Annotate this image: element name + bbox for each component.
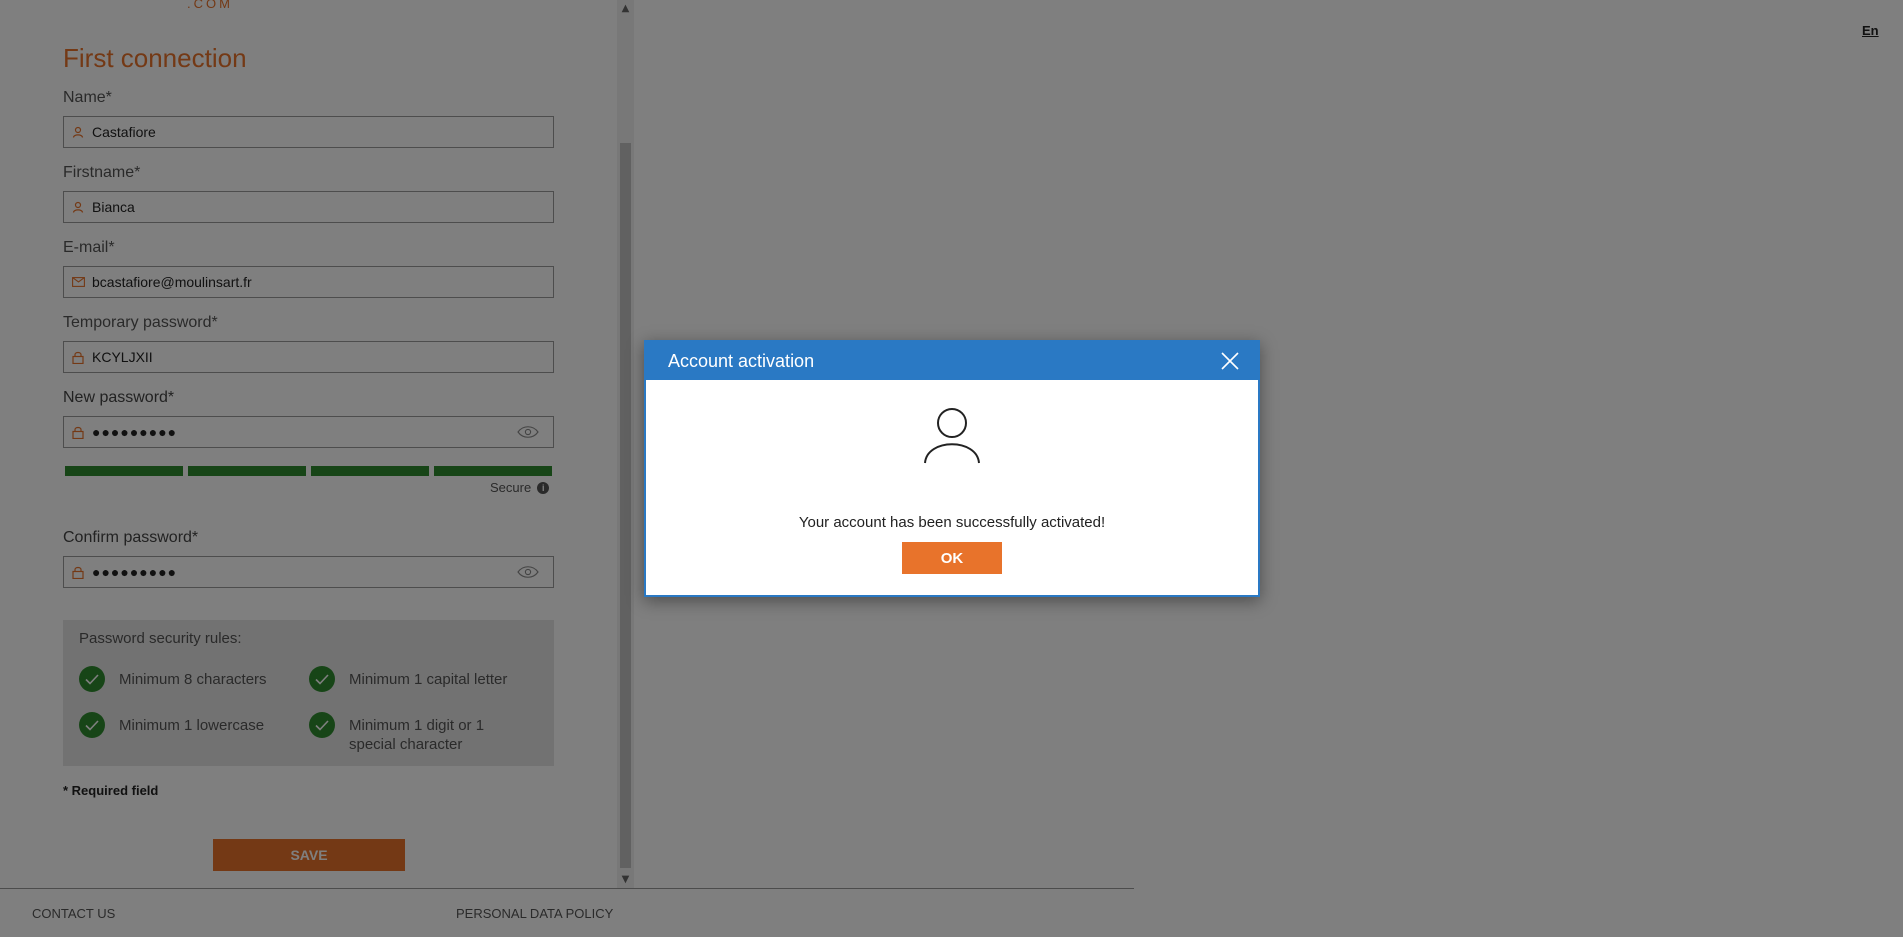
- close-icon[interactable]: [1220, 351, 1240, 371]
- dialog-header: Account activation: [646, 342, 1258, 380]
- dialog-message: Your account has been successfully activ…: [798, 514, 1106, 531]
- user-icon: [923, 406, 981, 464]
- dialog-title: Account activation: [668, 350, 815, 371]
- account-activation-dialog: Account activation Your account has been…: [644, 340, 1260, 597]
- ok-button[interactable]: OK: [902, 542, 1002, 574]
